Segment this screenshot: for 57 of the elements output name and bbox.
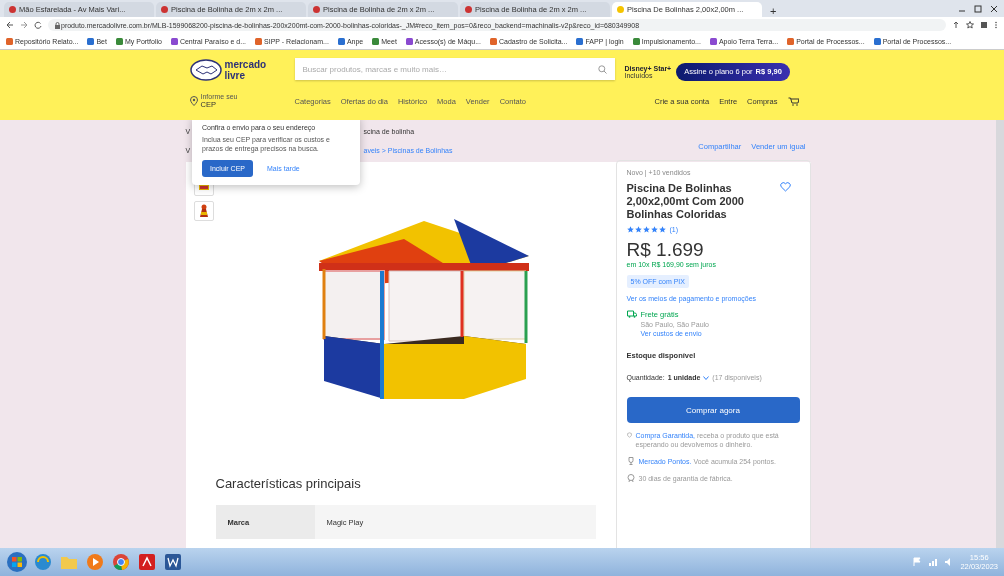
bookmark-icon [787,37,795,45]
page-icon [617,6,624,13]
buy-now-button[interactable]: Comprar agora [626,397,800,423]
chevron-down-icon[interactable] [703,375,710,380]
product-title: Piscina De Bolinhas 2,00x2,00mt Com 2000 Bolinhas Coloridas [626,182,745,221]
pdf-icon[interactable] [138,553,156,571]
bookmark-icon [405,37,413,45]
lock-icon [54,21,61,29]
chrome-icon[interactable] [112,553,130,571]
media-player-icon[interactable] [86,553,104,571]
truck-icon [626,310,637,318]
toy-figure-icon [198,204,209,218]
logo[interactable]: mercado livre [189,50,285,86]
close-icon[interactable] [990,5,998,13]
star-icon[interactable] [966,21,974,29]
start-button-icon[interactable] [6,551,28,573]
reload-icon[interactable] [34,21,42,29]
page-icon [465,6,472,13]
word-icon[interactable] [164,553,182,571]
search-field[interactable]: Buscar produtos, marcas e muito mais… [294,58,615,80]
network-icon[interactable] [928,557,939,567]
search-icon[interactable] [597,65,607,74]
page-icon [313,6,320,13]
bookmark-icon [115,37,123,45]
heart-icon[interactable] [779,182,791,192]
bookmark-icon [489,37,497,45]
bookmark-icon [576,37,584,45]
thumbnail[interactable] [193,201,214,221]
handshake-logo-icon [189,59,222,81]
back-icon[interactable] [6,21,14,29]
location-pin-icon [189,96,198,106]
menu-icon[interactable] [994,21,998,29]
shield-icon [626,431,632,439]
page-icon [9,6,16,13]
browser-icon[interactable] [34,553,52,571]
page-icon [161,6,168,13]
bookmark-icon [87,37,95,45]
product-price: R$ 1.699 [626,239,704,261]
logo-text: mercado livre [224,59,267,81]
bookmark-icon [632,37,640,45]
bookmark-icon [255,37,263,45]
section-heading: Características principais [215,476,362,491]
bookmark-icon [873,37,881,45]
trophy-icon [626,457,635,465]
flag-icon[interactable] [912,557,923,567]
maximize-icon[interactable] [974,5,982,13]
bookmark-icon [709,37,717,45]
extensions-icon[interactable] [980,21,988,29]
bookmark-icon [170,37,178,45]
bookmark-icon [6,37,13,45]
medal-icon [626,474,635,482]
bookmark-icon [337,37,345,45]
bookmark-icon [372,37,380,45]
forward-icon[interactable] [20,21,28,29]
cart-icon[interactable] [787,96,799,106]
share-icon[interactable] [952,21,960,29]
new-tab-button[interactable]: + [764,5,783,17]
